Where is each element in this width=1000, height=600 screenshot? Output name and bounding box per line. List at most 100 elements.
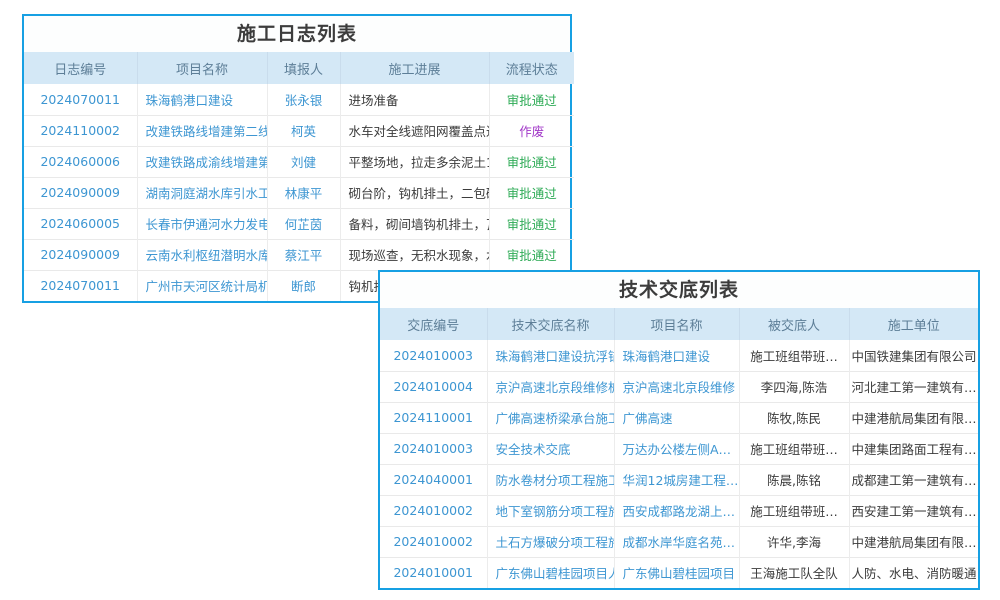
disclosure-id-link[interactable]: 2024010002: [380, 495, 487, 526]
project-name-link[interactable]: 华润12城房建工程…: [614, 464, 739, 495]
construction-unit-text: 西安建工第一建筑有…: [849, 495, 978, 526]
construction-log-window: 施工日志列表 日志编号 项目名称 填报人 施工进展 流程状态 202407001…: [22, 14, 572, 303]
construction-unit-text: 中国铁建集团有限公司: [849, 340, 978, 371]
log-id-link[interactable]: 2024090009: [24, 177, 137, 208]
progress-text: 砌台阶，钩机排土，二包砌…: [340, 177, 489, 208]
status-badge: 作废: [489, 115, 574, 146]
reporter-link[interactable]: 断郎: [267, 270, 340, 301]
disclosure-name-link[interactable]: 广东佛山碧桂园项目人防…: [487, 557, 614, 588]
disclosure-table-row: 2024010003 安全技术交底 万达办公楼左侧A… 施工班组带班… 中建集团…: [380, 433, 978, 464]
receivers-text: 施工班组带班…: [739, 433, 849, 464]
status-badge: 审批通过: [489, 177, 574, 208]
disclosure-id-link[interactable]: 2024010003: [380, 433, 487, 464]
project-name-link[interactable]: 珠海鹤港口建设: [614, 340, 739, 371]
reporter-link[interactable]: 刘健: [267, 146, 340, 177]
construction-unit-text: 中建集团路面工程有…: [849, 433, 978, 464]
disclosure-id-link[interactable]: 2024040001: [380, 464, 487, 495]
tech-disclosure-table: 交底编号 技术交底名称 项目名称 被交底人 施工单位 2024010003 珠海…: [380, 308, 978, 588]
disclosure-name-link[interactable]: 防水卷材分项工程施工技…: [487, 464, 614, 495]
construction-unit-text: 成都建工第一建筑有…: [849, 464, 978, 495]
project-name-link[interactable]: 改建铁路成渝线增建第二…: [137, 146, 267, 177]
log-table-row: 2024070011 珠海鹤港口建设 张永银 进场准备 审批通过: [24, 84, 574, 115]
disclosure-table-row: 2024040001 防水卷材分项工程施工技… 华润12城房建工程… 陈晨,陈铭…: [380, 464, 978, 495]
disclosure-table-row: 2024010001 广东佛山碧桂园项目人防… 广东佛山碧桂园项目 王海施工队全…: [380, 557, 978, 588]
progress-text: 水车对全线遮阳网覆盖点进…: [340, 115, 489, 146]
disclosure-table-row: 2024010002 土石方爆破分项工程施工… 成都水岸华庭名苑… 许华,李海 …: [380, 526, 978, 557]
receivers-text: 许华,李海: [739, 526, 849, 557]
project-name-link[interactable]: 广州市天河区统计局机房…: [137, 270, 267, 301]
construction-unit-text: 中建港航局集团有限…: [849, 402, 978, 433]
receivers-text: 王海施工队全队: [739, 557, 849, 588]
construction-unit-text: 人防、水电、消防暖通: [849, 557, 978, 588]
column-header-project-name: 项目名称: [137, 52, 267, 84]
disclosure-id-link[interactable]: 2024110001: [380, 402, 487, 433]
receivers-text: 施工班组带班…: [739, 340, 849, 371]
log-table-row: 2024090009 云南水利枢纽潜明水库一… 蔡江平 现场巡查，无积水现象，水…: [24, 239, 574, 270]
reporter-link[interactable]: 柯英: [267, 115, 340, 146]
construction-unit-text: 河北建工第一建筑有…: [849, 371, 978, 402]
log-table-row: 2024090009 湖南洞庭湖水库引水工程… 林康平 砌台阶，钩机排土，二包砌…: [24, 177, 574, 208]
progress-text: 备料，砌间墙钩机排土，瓦…: [340, 208, 489, 239]
disclosure-name-link[interactable]: 京沪高速北京段维修桩帽…: [487, 371, 614, 402]
disclosure-name-link[interactable]: 安全技术交底: [487, 433, 614, 464]
project-name-link[interactable]: 西安成都路龙湖上…: [614, 495, 739, 526]
project-name-link[interactable]: 珠海鹤港口建设: [137, 84, 267, 115]
status-badge: 审批通过: [489, 239, 574, 270]
reporter-link[interactable]: 林康平: [267, 177, 340, 208]
construction-unit-text: 中建港航局集团有限…: [849, 526, 978, 557]
log-id-link[interactable]: 2024110002: [24, 115, 137, 146]
reporter-link[interactable]: 蔡江平: [267, 239, 340, 270]
log-table-row: 2024060005 长春市伊通河水力发电厂… 何芷茵 备料，砌间墙钩机排土，瓦…: [24, 208, 574, 239]
status-badge: 审批通过: [489, 146, 574, 177]
project-name-link[interactable]: 长春市伊通河水力发电厂…: [137, 208, 267, 239]
status-badge: 审批通过: [489, 208, 574, 239]
column-header-construction-unit: 施工单位: [849, 308, 978, 340]
column-header-disclosure-name: 技术交底名称: [487, 308, 614, 340]
log-id-link[interactable]: 2024060006: [24, 146, 137, 177]
log-id-link[interactable]: 2024070011: [24, 84, 137, 115]
disclosure-name-link[interactable]: 广佛高速桥梁承台施工技…: [487, 402, 614, 433]
project-name-link[interactable]: 广佛高速: [614, 402, 739, 433]
receivers-text: 陈牧,陈民: [739, 402, 849, 433]
column-header-status: 流程状态: [489, 52, 574, 84]
project-name-link[interactable]: 成都水岸华庭名苑…: [614, 526, 739, 557]
disclosure-name-link[interactable]: 珠海鹤港口建设抗浮锚杆…: [487, 340, 614, 371]
reporter-link[interactable]: 张永银: [267, 84, 340, 115]
disclosure-id-link[interactable]: 2024010004: [380, 371, 487, 402]
disclosure-name-link[interactable]: 地下室钢筋分项工程施工…: [487, 495, 614, 526]
column-header-progress: 施工进展: [340, 52, 489, 84]
project-name-link[interactable]: 万达办公楼左侧A…: [614, 433, 739, 464]
disclosure-id-link[interactable]: 2024010001: [380, 557, 487, 588]
project-name-link[interactable]: 京沪高速北京段维修: [614, 371, 739, 402]
disclosure-table-row: 2024010002 地下室钢筋分项工程施工… 西安成都路龙湖上… 施工班组带班…: [380, 495, 978, 526]
construction-log-header-row: 日志编号 项目名称 填报人 施工进展 流程状态: [24, 52, 574, 84]
progress-text: 现场巡查，无积水现象，水…: [340, 239, 489, 270]
project-name-link[interactable]: 云南水利枢纽潜明水库一…: [137, 239, 267, 270]
column-header-receivers: 被交底人: [739, 308, 849, 340]
progress-text: 进场准备: [340, 84, 489, 115]
reporter-link[interactable]: 何芷茵: [267, 208, 340, 239]
construction-log-table: 日志编号 项目名称 填报人 施工进展 流程状态 2024070011 珠海鹤港口…: [24, 52, 574, 301]
disclosure-id-link[interactable]: 2024010002: [380, 526, 487, 557]
project-name-link[interactable]: 广东佛山碧桂园项目: [614, 557, 739, 588]
receivers-text: 施工班组带班…: [739, 495, 849, 526]
log-id-link[interactable]: 2024090009: [24, 239, 137, 270]
column-header-log-id: 日志编号: [24, 52, 137, 84]
construction-log-title: 施工日志列表: [24, 16, 570, 52]
tech-disclosure-window: 技术交底列表 交底编号 技术交底名称 项目名称 被交底人 施工单位 202401…: [378, 270, 980, 590]
receivers-text: 陈晨,陈铭: [739, 464, 849, 495]
disclosure-table-row: 2024110001 广佛高速桥梁承台施工技… 广佛高速 陈牧,陈民 中建港航局…: [380, 402, 978, 433]
log-id-link[interactable]: 2024070011: [24, 270, 137, 301]
log-id-link[interactable]: 2024060005: [24, 208, 137, 239]
project-name-link[interactable]: 湖南洞庭湖水库引水工程…: [137, 177, 267, 208]
disclosure-id-link[interactable]: 2024010003: [380, 340, 487, 371]
tech-disclosure-header-row: 交底编号 技术交底名称 项目名称 被交底人 施工单位: [380, 308, 978, 340]
tech-disclosure-title: 技术交底列表: [380, 272, 978, 308]
project-name-link[interactable]: 改建铁路线增建第二线直…: [137, 115, 267, 146]
progress-text: 平整场地，拉走多余泥土15…: [340, 146, 489, 177]
column-header-project-name: 项目名称: [614, 308, 739, 340]
disclosure-table-row: 2024010003 珠海鹤港口建设抗浮锚杆… 珠海鹤港口建设 施工班组带班… …: [380, 340, 978, 371]
log-table-row: 2024110002 改建铁路线增建第二线直… 柯英 水车对全线遮阳网覆盖点进……: [24, 115, 574, 146]
disclosure-name-link[interactable]: 土石方爆破分项工程施工…: [487, 526, 614, 557]
column-header-disclosure-id: 交底编号: [380, 308, 487, 340]
